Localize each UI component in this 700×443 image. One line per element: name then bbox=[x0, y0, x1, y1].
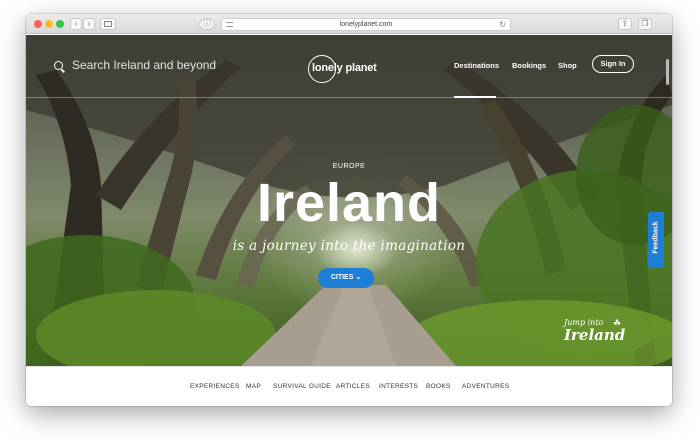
nav-shop[interactable]: Shop bbox=[558, 61, 577, 70]
sidebar-toggle-button[interactable] bbox=[100, 18, 116, 30]
feedback-label: Feedback bbox=[652, 221, 660, 254]
reader-icon bbox=[226, 22, 233, 27]
share-icon: ⇪ bbox=[621, 19, 629, 28]
sidebar-icon bbox=[104, 21, 112, 27]
hero-tagline: is a journey into the imagination bbox=[232, 238, 466, 254]
jump-badge-big-text: Ireland bbox=[564, 326, 626, 344]
active-nav-underline bbox=[454, 96, 496, 98]
sign-in-button[interactable]: Sign In bbox=[592, 55, 634, 73]
logo-wordmark: lonely planet bbox=[312, 62, 377, 74]
forward-button[interactable]: › bbox=[83, 18, 95, 30]
share-button[interactable]: ⇪ bbox=[618, 18, 632, 30]
hero-banner: Search Ireland and beyond lonely planet … bbox=[26, 35, 672, 366]
nav-bookings[interactable]: Bookings bbox=[512, 61, 546, 70]
subnav-interests[interactable]: INTERESTS bbox=[379, 383, 418, 390]
back-button[interactable]: ‹ bbox=[70, 18, 82, 30]
cities-dropdown-button[interactable]: CITIES ⌄ bbox=[318, 268, 374, 288]
search-placeholder: Search Ireland and beyond bbox=[72, 58, 217, 72]
feedback-tab[interactable]: Feedback bbox=[648, 212, 664, 268]
reload-icon[interactable]: ↻ bbox=[499, 19, 506, 30]
subnav-books[interactable]: BOOKS bbox=[426, 383, 451, 390]
address-bar[interactable]: lonelyplanet.com ↻ bbox=[221, 18, 511, 31]
subnav-adventures[interactable]: ADVENTURES bbox=[462, 383, 509, 390]
url-text: lonelyplanet.com bbox=[339, 21, 393, 28]
subnav-articles[interactable]: ARTICLES bbox=[336, 383, 370, 390]
search-box[interactable]: Search Ireland and beyond bbox=[54, 58, 216, 72]
tabs-icon: ❐ bbox=[641, 19, 649, 28]
info-button[interactable]: ⓘ bbox=[199, 18, 215, 30]
search-icon bbox=[54, 60, 63, 70]
hero-title: Ireland bbox=[256, 173, 442, 233]
subnav-survival-guide[interactable]: SURVIVAL GUIDE bbox=[273, 383, 331, 390]
tabs-button[interactable]: ❐ bbox=[638, 18, 652, 30]
close-window-button[interactable] bbox=[34, 20, 42, 28]
zoom-window-button[interactable] bbox=[56, 20, 64, 28]
section-nav: EXPERIENCES MAP SURVIVAL GUIDE ARTICLES … bbox=[26, 366, 672, 406]
shamrock-icon: ☘ bbox=[613, 318, 622, 328]
browser-toolbar: ‹ › ⓘ lonelyplanet.com ↻ ⇪ ❐ bbox=[26, 14, 672, 34]
jump-into-ireland-badge[interactable]: Jump into Ireland ☘ bbox=[564, 318, 644, 344]
subnav-map[interactable]: MAP bbox=[246, 383, 261, 390]
hero-kicker[interactable]: EUROPE bbox=[26, 163, 672, 170]
nav-destinations[interactable]: Destinations bbox=[454, 61, 499, 70]
minimize-window-button[interactable] bbox=[45, 20, 53, 28]
browser-window: ‹ › ⓘ lonelyplanet.com ↻ ⇪ ❐ Search Irel… bbox=[26, 14, 672, 406]
subnav-experiences[interactable]: EXPERIENCES bbox=[190, 383, 240, 390]
header-divider bbox=[26, 97, 672, 98]
lonely-planet-logo[interactable]: lonely planet bbox=[308, 55, 388, 83]
info-icon: ⓘ bbox=[203, 19, 211, 28]
page-scrollbar[interactable] bbox=[666, 59, 669, 85]
